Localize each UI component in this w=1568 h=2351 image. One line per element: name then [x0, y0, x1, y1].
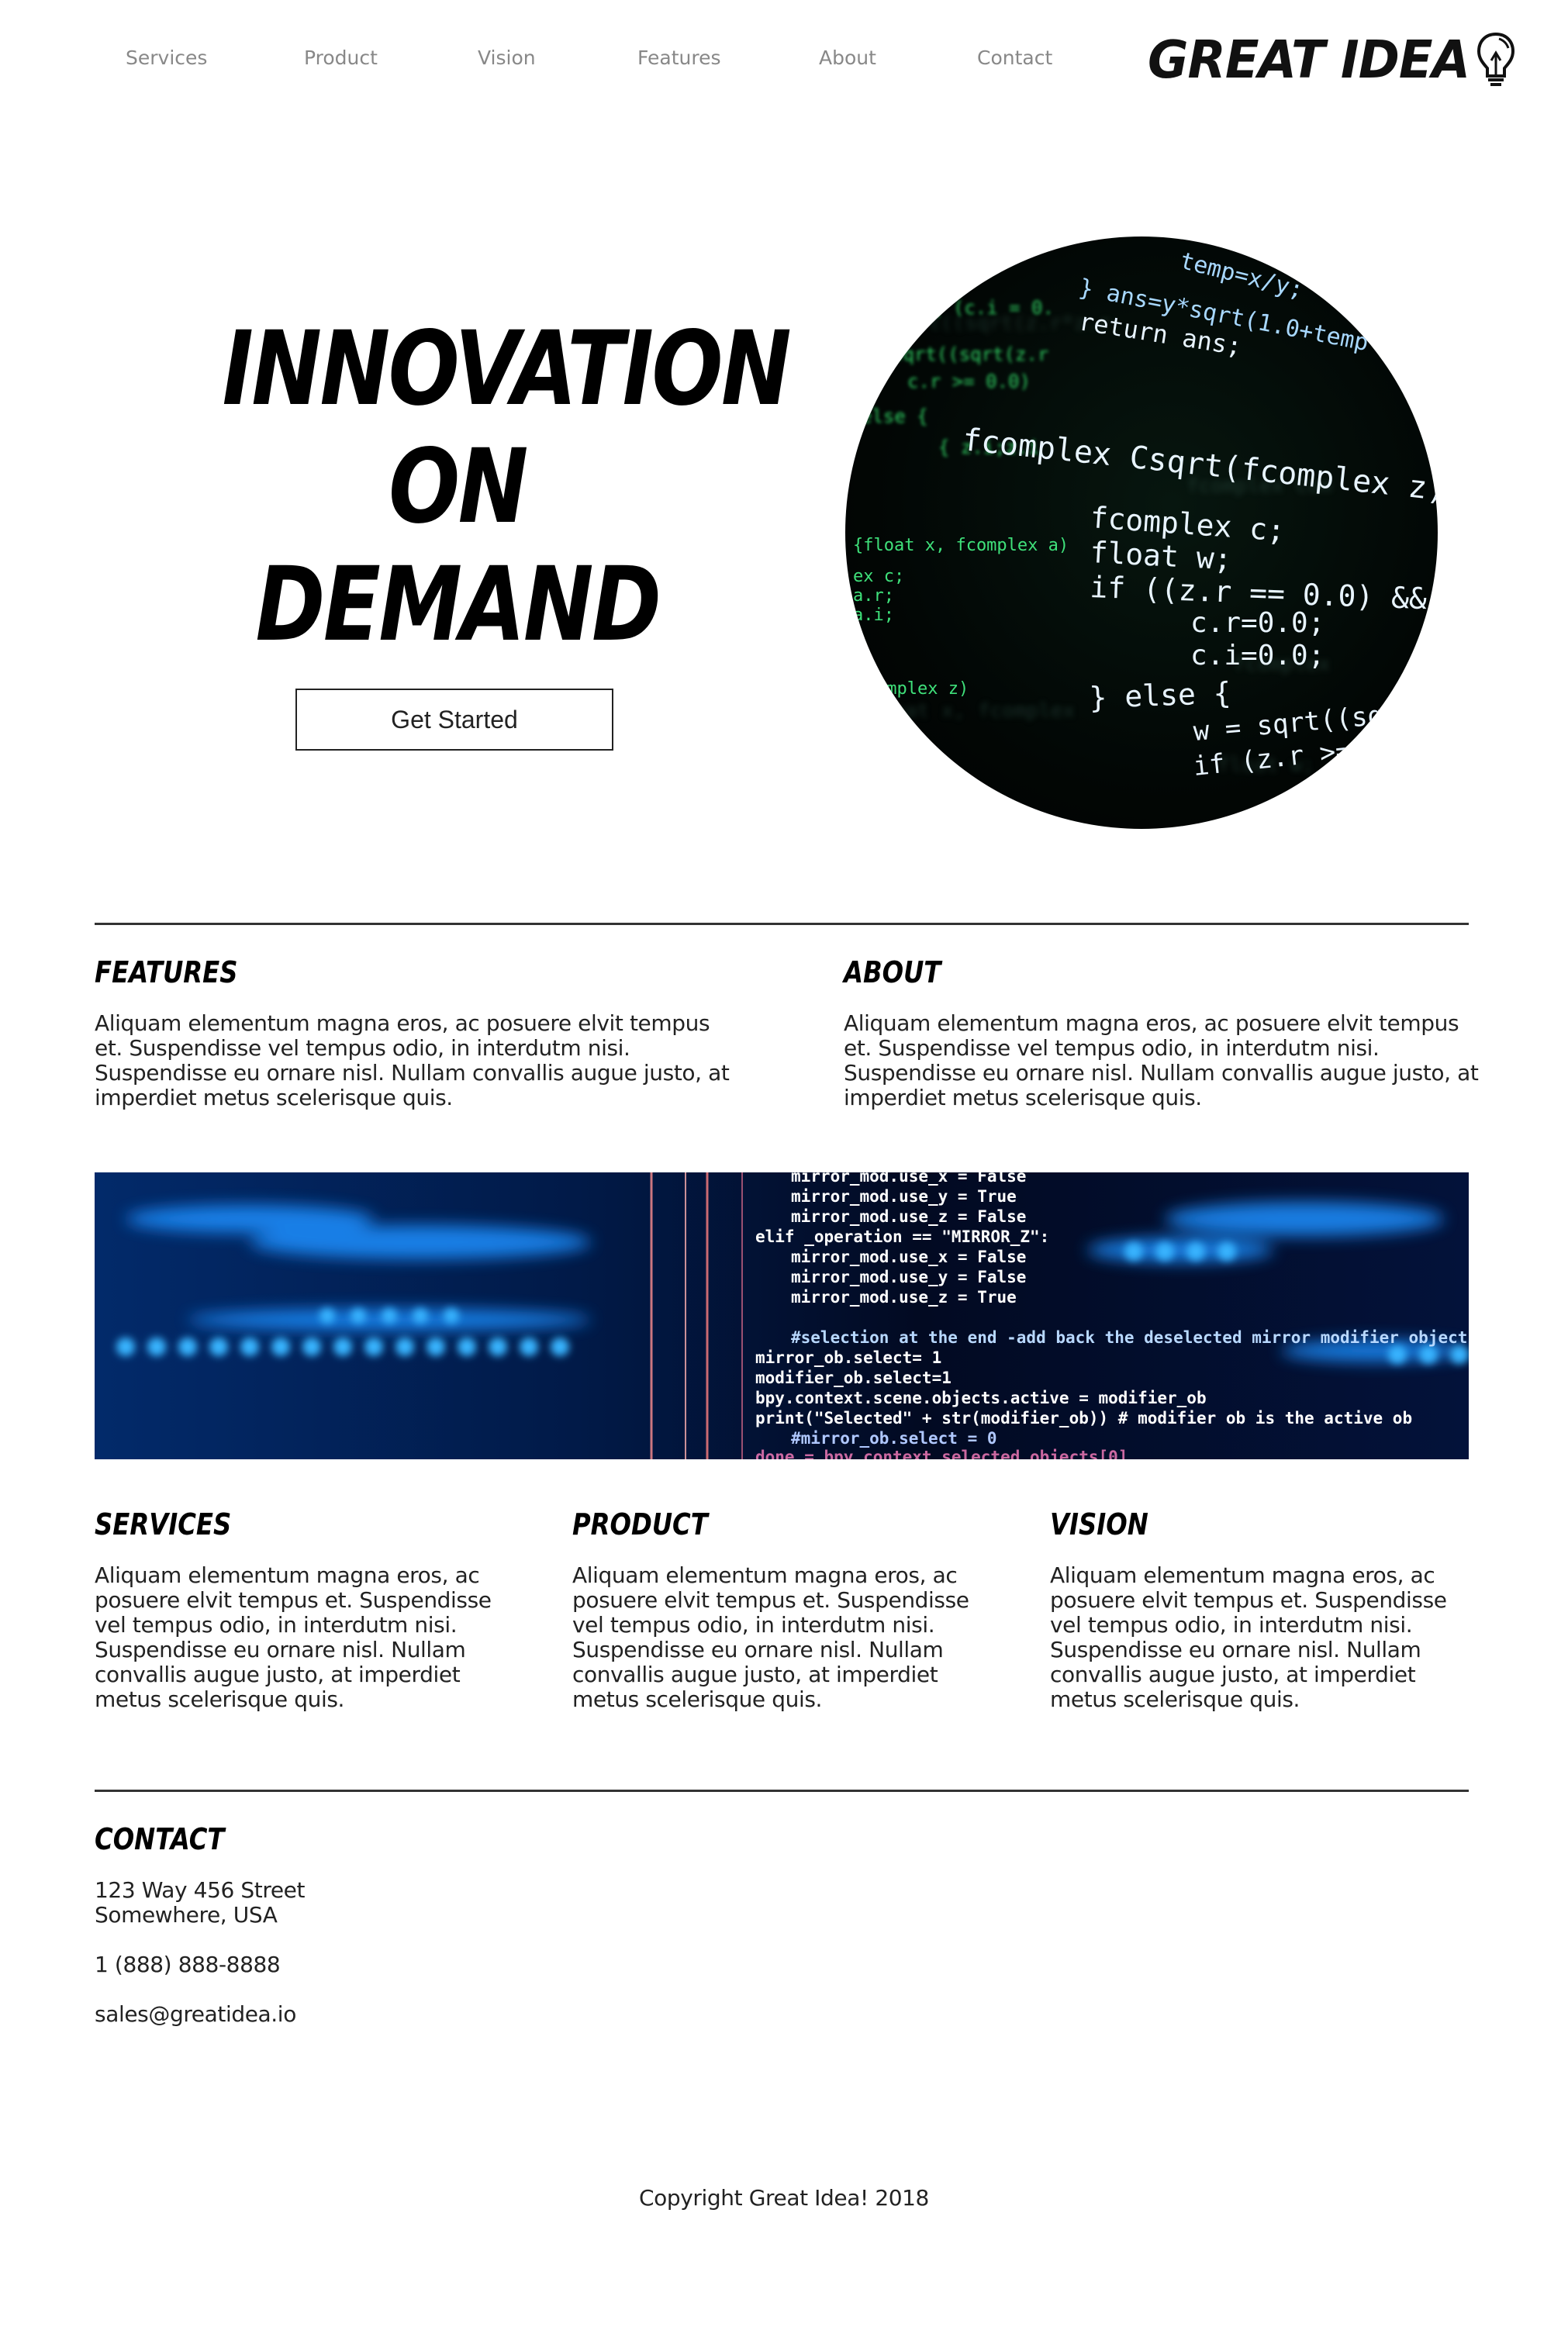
nav-link-services[interactable]: Services	[126, 47, 207, 69]
hero-title-line-2: ON	[389, 427, 528, 547]
code-banner-image: mirror_mod.use_x = False mirror_mod.use_…	[95, 1172, 1469, 1459]
svg-text:c.r >= 0.0): c.r >= 0.0)	[907, 371, 1031, 392]
contact-address-line-1: 123 Way 456 Street	[95, 1877, 306, 1903]
svg-text:sqrt((sqrt(z.r: sqrt((sqrt(z.r	[892, 344, 1048, 365]
hero-code-line: c.r=0.0;	[1190, 607, 1325, 639]
features-heading: FEATURES	[95, 955, 238, 989]
features-body: Aliquam elementum magna eros, ac posuere…	[95, 1010, 730, 1110]
hero-title-line-3: DEMAND	[255, 545, 661, 665]
hero-code-graphic: sqrt((sqrt(z.r*z.r fcomplex Com fcomplex…	[853, 247, 1438, 782]
hero-code-line: temp=x/y;	[1177, 247, 1306, 304]
contact-email[interactable]: sales@greatidea.io	[95, 2002, 296, 2027]
nav-link-features[interactable]: Features	[637, 47, 721, 69]
get-started-button[interactable]: Get Started	[295, 689, 613, 751]
hero-code-line: } else {	[1089, 676, 1231, 715]
banner-code-line: mirror_mod.use_z = False	[791, 1207, 1026, 1226]
hero-title-line-1: INNOVATION	[222, 309, 792, 429]
top-nav: Services Product Vision Features About C…	[0, 0, 1568, 124]
svg-text:omplex z): omplex z)	[876, 679, 969, 699]
product-heading: PRODUCT	[572, 1507, 708, 1541]
svg-text:float x, fcomplex: float x, fcomplex	[869, 699, 1075, 723]
contact-heading: CONTACT	[95, 1822, 225, 1856]
hero-title: INNOVATION ON DEMAND	[222, 309, 792, 665]
banner-code-graphic: mirror_mod.use_x = False mirror_mod.use_…	[95, 1172, 1469, 1459]
banner-code-line: mirror_mod.use_y = False	[791, 1268, 1026, 1286]
vision-body: Aliquam elementum magna eros, ac posuere…	[1050, 1562, 1447, 1712]
svg-text:a.i;: a.i;	[853, 606, 894, 625]
banner-code-line: #mirror_ob.select = 0	[791, 1429, 997, 1448]
logo[interactable]: GREAT IDEA	[1148, 22, 1518, 99]
contact-phone[interactable]: 1 (888) 888-8888	[95, 1952, 281, 1977]
about-heading: ABOUT	[844, 955, 941, 989]
about-body: Aliquam elementum magna eros, ac posuere…	[844, 1010, 1479, 1110]
logo-text: GREAT IDEA	[1148, 30, 1470, 91]
services-heading: SERVICES	[95, 1507, 232, 1541]
svg-text:{ (c.i = 0.: { (c.i = 0.	[931, 297, 1054, 319]
banner-code-line: #selection at the end -add back the dese…	[791, 1328, 1467, 1347]
banner-code-line: modifier_ob.select=1	[755, 1369, 952, 1387]
product-body: Aliquam elementum magna eros, ac posuere…	[572, 1562, 969, 1712]
divider-bottom	[95, 1790, 1469, 1792]
svg-text:ex c;: ex c;	[853, 567, 904, 586]
banner-code-line: mirror_mod.use_x = False	[791, 1172, 1026, 1186]
nav-link-contact[interactable]: Contact	[977, 47, 1052, 69]
services-body: Aliquam elementum magna eros, ac posuere…	[95, 1562, 492, 1712]
banner-code-line: mirror_ob.select= 1	[755, 1348, 941, 1367]
divider-top	[95, 923, 1469, 925]
nav-link-product[interactable]: Product	[304, 47, 378, 69]
lightbulb-icon	[1477, 32, 1515, 86]
nav-link-about[interactable]: About	[819, 47, 876, 69]
banner-code-line: mirror_mod.use_x = False	[791, 1248, 1026, 1266]
banner-code-line: mirror_mod.use_z = True	[791, 1288, 1017, 1307]
hero-code-image: sqrt((sqrt(z.r*z.r fcomplex Com fcomplex…	[845, 236, 1438, 829]
hero-code-line: c.i=0.0;	[1190, 640, 1325, 671]
svg-text:{float x, fcomplex a): {float x, fcomplex a)	[853, 536, 1069, 555]
banner-code-line: done = bpy.context.selected_objects[0]	[755, 1448, 1128, 1459]
contact-address-line-2: Somewhere, USA	[95, 1902, 278, 1928]
banner-code-line: mirror_mod.use_y = True	[791, 1187, 1017, 1206]
banner-code-line: elif _operation == "MIRROR_Z":	[755, 1227, 1049, 1246]
banner-code-line: bpy.context.scene.objects.active = modif…	[755, 1389, 1207, 1407]
svg-text:a.r;: a.r;	[853, 586, 894, 606]
banner-code-line: print("Selected" + str(modifier_ob)) # m…	[755, 1409, 1412, 1428]
footer-copyright: Copyright Great Idea! 2018	[639, 2185, 929, 2211]
svg-text:else {: else {	[861, 406, 928, 427]
nav-link-vision[interactable]: Vision	[478, 47, 536, 69]
vision-heading: VISION	[1050, 1507, 1148, 1541]
